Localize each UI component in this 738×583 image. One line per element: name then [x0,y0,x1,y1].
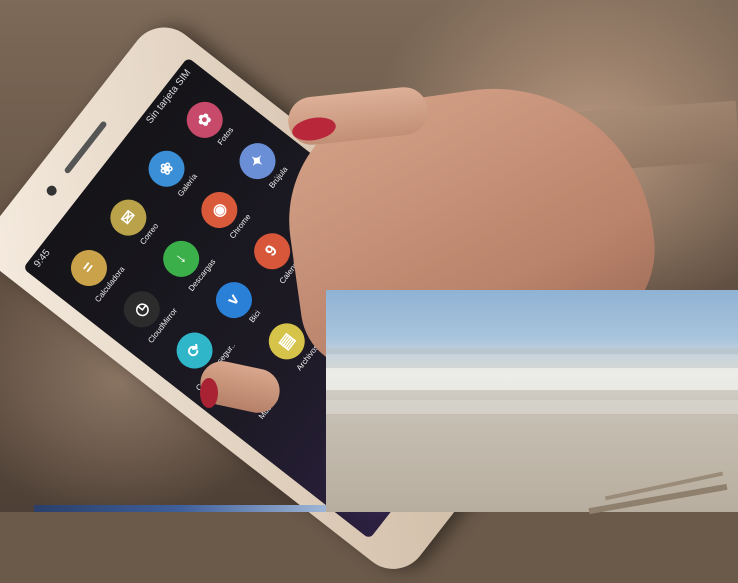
horizon-line [326,348,738,354]
status-time: 9:45 [31,247,53,270]
lower-fingernail [200,378,218,408]
bottom-photo-strip [34,505,326,512]
beach-photo-inset [326,290,738,515]
wave-foam [326,368,738,390]
shore-foam [326,400,738,414]
front-camera [44,183,59,198]
app-label: Bici [247,308,263,325]
